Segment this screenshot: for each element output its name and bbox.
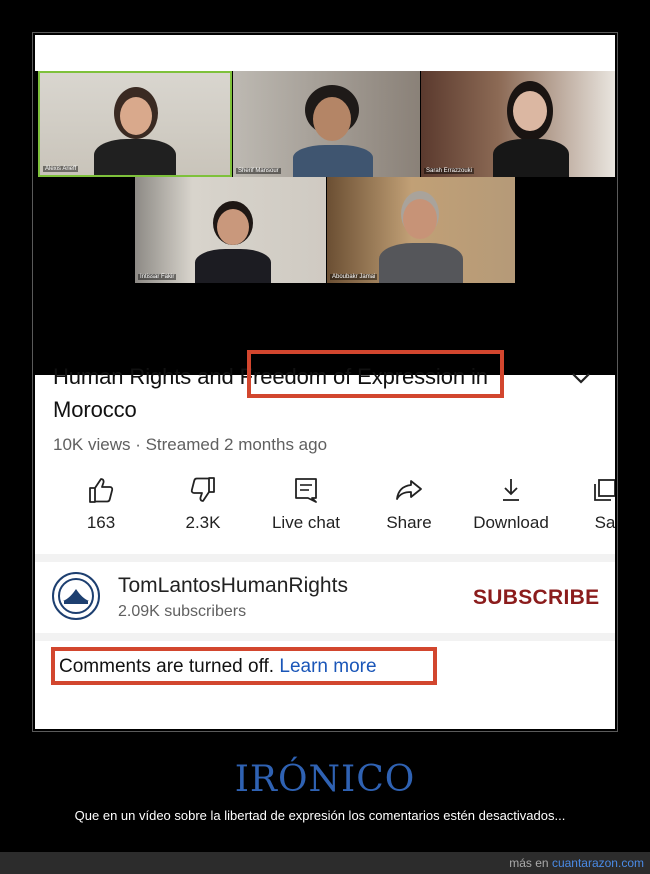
like-count: 163 bbox=[86, 513, 116, 532]
divider bbox=[35, 554, 615, 562]
subscriber-count: 2.09K subscribers bbox=[118, 603, 247, 620]
share-icon bbox=[396, 480, 422, 500]
action-bar: 163 2.3K Live chat Share Download Sa bbox=[35, 475, 615, 545]
share-button[interactable]: Share bbox=[359, 475, 459, 533]
participant-tile: Alexis Arieff bbox=[38, 71, 232, 177]
highlight-box-comments bbox=[51, 647, 437, 685]
save-label: Sa bbox=[594, 513, 615, 532]
subscribe-button[interactable]: SUBSCRIBE bbox=[473, 586, 599, 610]
share-label: Share bbox=[386, 513, 432, 532]
footer-site-link[interactable]: cuantarazon.com bbox=[552, 856, 644, 870]
participant-tile: Intissar Fakir bbox=[135, 177, 326, 283]
participant-name: Alexis Arieff bbox=[43, 166, 79, 172]
download-icon bbox=[503, 479, 519, 501]
caption-text: Que en un vídeo sobre la libertad de exp… bbox=[74, 808, 566, 823]
video-meta: 10K views · Streamed 2 months ago bbox=[53, 435, 328, 454]
download-button[interactable]: Download bbox=[461, 475, 561, 533]
caption-title: IRÓNICO bbox=[234, 759, 416, 800]
participant-tile: Sherif Mansour bbox=[233, 71, 420, 177]
channel-avatar[interactable] bbox=[52, 572, 100, 620]
video-player[interactable]: Alexis Arieff Sherif Mansour Sarah Erraz… bbox=[35, 71, 615, 375]
divider bbox=[35, 633, 615, 641]
screenshot: Alexis Arieff Sherif Mansour Sarah Erraz… bbox=[35, 35, 615, 729]
thumbs-up-icon bbox=[89, 478, 114, 503]
footer-text: más en cuantarazon.com bbox=[509, 856, 644, 870]
channel-name[interactable]: TomLantosHumanRights bbox=[118, 574, 348, 598]
chat-icon bbox=[295, 478, 317, 503]
live-chat-button[interactable]: Live chat bbox=[256, 475, 356, 533]
channel-row[interactable]: TomLantosHumanRights 2.09K subscribers S… bbox=[35, 563, 615, 633]
participant-name: Aboubakr Jamai bbox=[330, 274, 378, 280]
participant-name: Sherif Mansour bbox=[236, 168, 281, 174]
chevron-down-icon[interactable] bbox=[568, 365, 594, 391]
highlight-box-title bbox=[247, 350, 504, 398]
participant-name: Intissar Fakir bbox=[138, 274, 177, 280]
participant-tile: Aboubakr Jamai bbox=[327, 177, 515, 283]
participant-tile: Sarah Errazzouki bbox=[421, 71, 615, 177]
download-label: Download bbox=[473, 513, 549, 532]
live-chat-label: Live chat bbox=[271, 513, 341, 532]
like-button[interactable]: 163 bbox=[51, 475, 151, 533]
participant-name: Sarah Errazzouki bbox=[424, 168, 475, 174]
footer-prefix: más en bbox=[509, 856, 552, 870]
thumbs-down-icon bbox=[190, 477, 215, 502]
footer-bar: más en cuantarazon.com bbox=[0, 852, 650, 874]
save-button[interactable]: Sa bbox=[555, 475, 615, 533]
save-icon bbox=[594, 479, 615, 501]
dislike-button[interactable]: 2.3K bbox=[153, 475, 253, 533]
title-text: Human Rights and bbox=[53, 364, 240, 389]
dislike-count: 2.3K bbox=[185, 513, 221, 532]
channel-logo-icon bbox=[58, 578, 94, 614]
